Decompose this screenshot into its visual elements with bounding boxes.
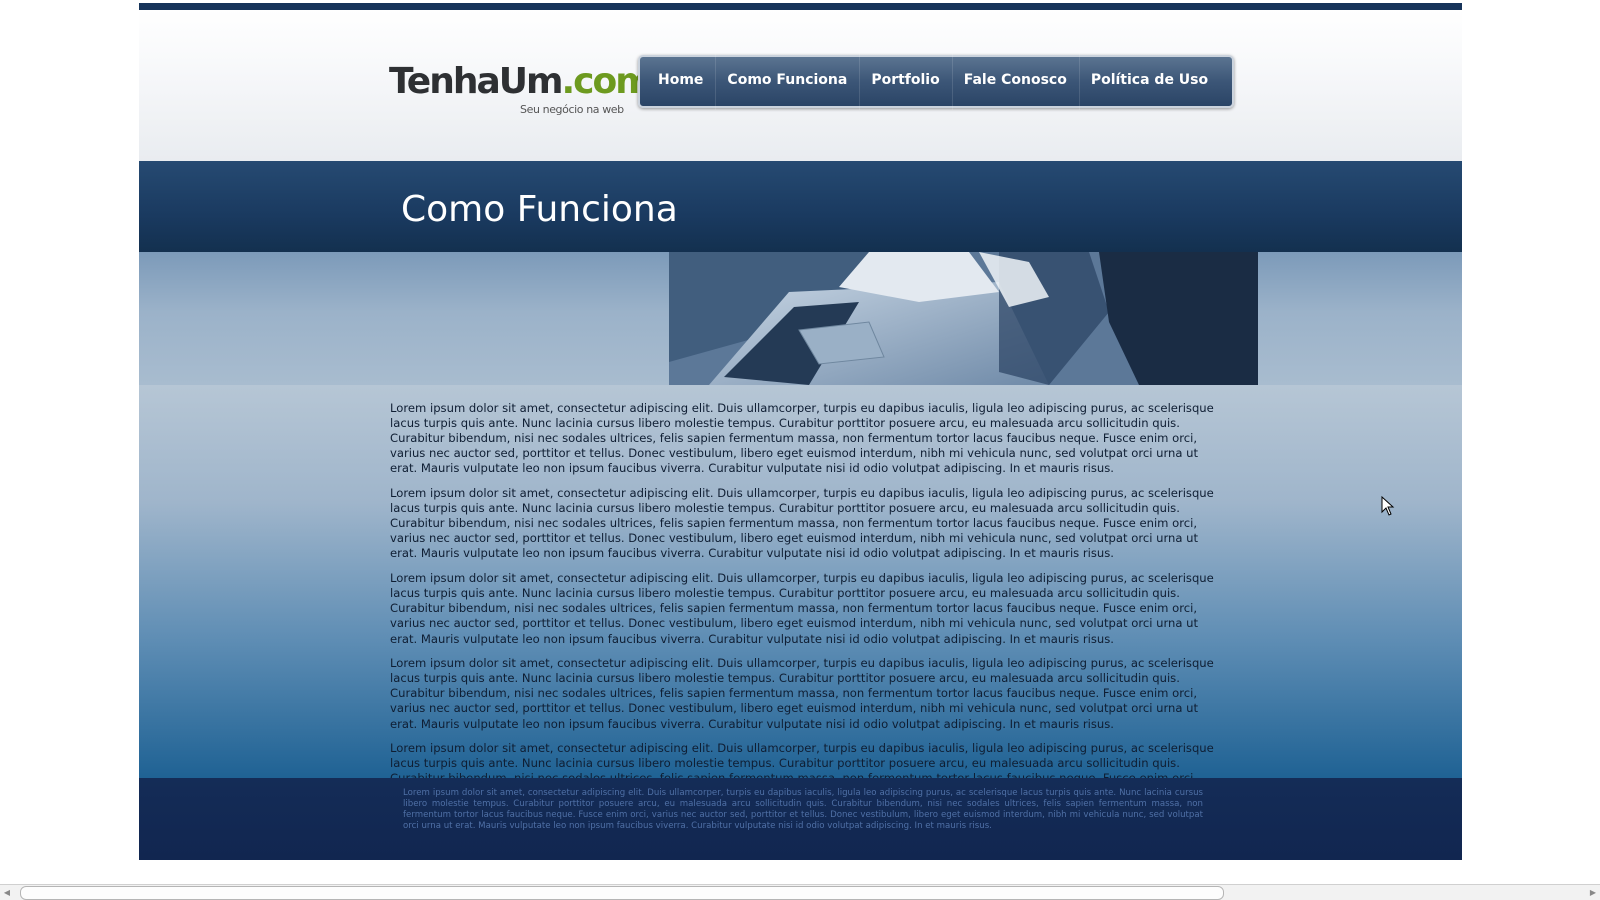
mouse-pointer-icon — [1381, 496, 1395, 516]
content-scroll-pane[interactable]: Lorem ipsum dolor sit amet, consectetur … — [390, 385, 1230, 778]
main-content-area: Lorem ipsum dolor sit amet, consectetur … — [139, 385, 1462, 778]
footer: Lorem ipsum dolor sit amet, consectetur … — [139, 778, 1462, 860]
content-paragraph: Lorem ipsum dolor sit amet, consectetur … — [390, 656, 1214, 731]
content-paragraph: Lorem ipsum dolor sit amet, consectetur … — [390, 486, 1214, 561]
nav-item-politica-de-uso[interactable]: Política de Uso — [1078, 47, 1220, 110]
logo-wordmark: TenhaUm.com — [389, 60, 653, 104]
page-title: Como Funciona — [401, 189, 678, 230]
footer-text: Lorem ipsum dolor sit amet, consectetur … — [403, 788, 1203, 831]
top-stripe — [139, 3, 1462, 10]
content-paragraph: Lorem ipsum dolor sit amet, consectetur … — [390, 741, 1214, 778]
nav-item-fale-conosco[interactable]: Fale Conosco — [951, 47, 1079, 110]
nav-item-home[interactable]: Home — [646, 55, 715, 108]
nav-item-como-funciona[interactable]: Como Funciona — [715, 47, 859, 110]
page-horizontal-scrollbar[interactable]: ◀ ▶ — [0, 884, 1600, 900]
page-scroll-thumb[interactable] — [20, 886, 1224, 900]
nav-item-portfolio[interactable]: Portfolio — [859, 47, 951, 110]
arrow-left-icon[interactable]: ◀ — [0, 885, 14, 900]
header: TenhaUm.com Seu negócio na web Home Como… — [139, 10, 1462, 161]
page: TenhaUm.com Seu negócio na web Home Como… — [139, 0, 1462, 860]
hero-banner — [139, 252, 1462, 385]
main-nav: Home Como Funciona Portfolio Fale Conosc… — [638, 47, 1234, 110]
title-band: Como Funciona — [139, 161, 1462, 252]
hero-laptop-image — [669, 252, 1258, 385]
arrow-right-icon[interactable]: ▶ — [1586, 885, 1600, 900]
content-paragraph: Lorem ipsum dolor sit amet, consectetur … — [390, 571, 1214, 646]
logo-main-text: TenhaUm — [389, 61, 563, 102]
content-paragraph: Lorem ipsum dolor sit amet, consectetur … — [390, 401, 1214, 476]
site-logo[interactable]: TenhaUm.com Seu negócio na web — [389, 60, 653, 120]
logo-tagline: Seu negócio na web — [520, 103, 624, 116]
laptop-photo-illustration — [669, 252, 1258, 385]
content-paragraphs: Lorem ipsum dolor sit amet, consectetur … — [390, 401, 1215, 778]
